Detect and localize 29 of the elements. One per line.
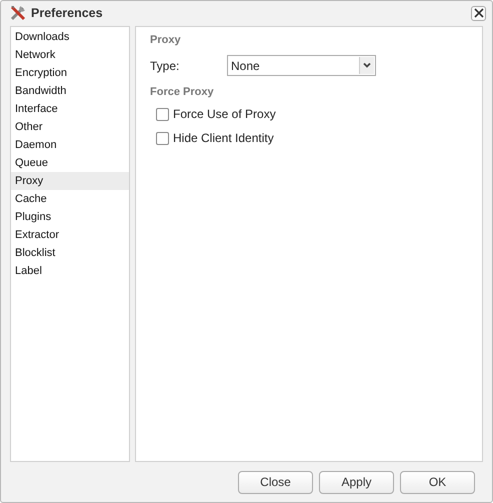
section-heading: Proxy — [150, 34, 182, 46]
close-icon[interactable] — [471, 6, 486, 20]
section-heading: Force Proxy — [150, 86, 215, 98]
checkbox[interactable] — [156, 132, 169, 144]
checkbox[interactable] — [156, 108, 169, 120]
category-item[interactable]: Network — [11, 46, 129, 64]
window-title: Preferences — [31, 6, 104, 20]
dialog-button[interactable]: OK — [400, 470, 475, 494]
type-label: Type: — [150, 58, 180, 72]
category-item[interactable]: Label — [11, 262, 129, 280]
category-item[interactable]: Blocklist — [11, 244, 129, 262]
dialog-button[interactable]: Apply — [319, 470, 394, 494]
checkbox-label: Force Use of Proxy — [173, 107, 276, 121]
category-item[interactable]: Proxy — [11, 172, 129, 190]
category-item[interactable]: Interface — [11, 100, 129, 118]
category-item[interactable]: Other — [11, 118, 129, 136]
dialog-button[interactable]: Close — [238, 470, 313, 494]
type-dropdown[interactable]: None — [227, 55, 376, 76]
category-item[interactable]: Extractor — [11, 226, 129, 244]
category-item[interactable]: Encryption — [11, 64, 129, 82]
chevron-down-icon[interactable] — [359, 57, 374, 74]
checkbox-label: Hide Client Identity — [173, 131, 274, 145]
category-item[interactable]: Downloads — [11, 28, 129, 46]
category-item[interactable]: Plugins — [11, 208, 129, 226]
tools-icon — [9, 4, 27, 22]
category-item[interactable]: Daemon — [11, 136, 129, 154]
category-item[interactable]: Cache — [11, 190, 129, 208]
category-item[interactable]: Queue — [11, 154, 129, 172]
category-item[interactable]: Bandwidth — [11, 82, 129, 100]
